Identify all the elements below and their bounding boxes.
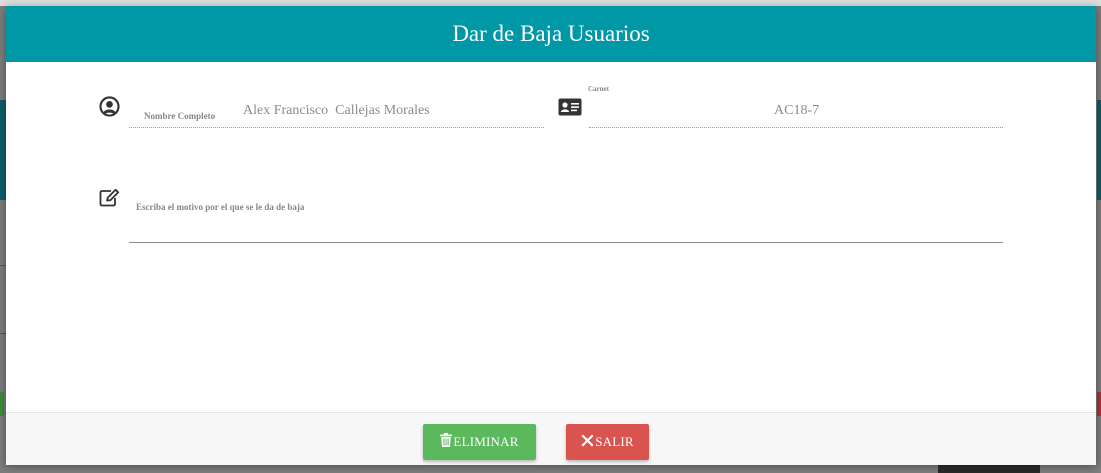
modal-header: Dar de Baja Usuarios — [6, 6, 1096, 62]
nombre-underline — [129, 127, 544, 128]
id-card-icon — [558, 98, 582, 121]
delete-button-label: ELIMINAR — [453, 434, 519, 449]
edit-icon — [99, 188, 120, 212]
backdrop-right-panel — [1097, 100, 1101, 200]
close-icon — [581, 434, 595, 451]
backdrop-button-edge — [0, 392, 4, 416]
backdrop-button-edge — [1097, 392, 1101, 416]
delete-button[interactable]: ELIMINAR — [423, 424, 536, 460]
modal-footer: ELIMINAR SALIR — [6, 412, 1096, 465]
nombre-field[interactable]: Alex Francisco Callejas Morales — [243, 103, 430, 119]
deactivate-user-modal: Dar de Baja Usuarios Nombre Completo Ale… — [6, 6, 1096, 465]
user-circle-icon — [99, 96, 120, 122]
exit-button-label: SALIR — [595, 434, 634, 449]
carnet-label: Carnet — [588, 85, 609, 93]
carnet-underline — [589, 127, 1003, 128]
motivo-label: Escriba el motivo por el que se le da de… — [136, 202, 305, 212]
backdrop-image-edge — [938, 465, 1040, 473]
nombre-label: Nombre Completo — [144, 111, 216, 121]
motivo-underline — [129, 242, 1003, 243]
carnet-field[interactable]: AC18-7 — [774, 103, 819, 119]
exit-button[interactable]: SALIR — [566, 424, 649, 460]
trash-icon — [440, 433, 453, 451]
modal-title: Dar de Baja Usuarios — [452, 21, 650, 46]
